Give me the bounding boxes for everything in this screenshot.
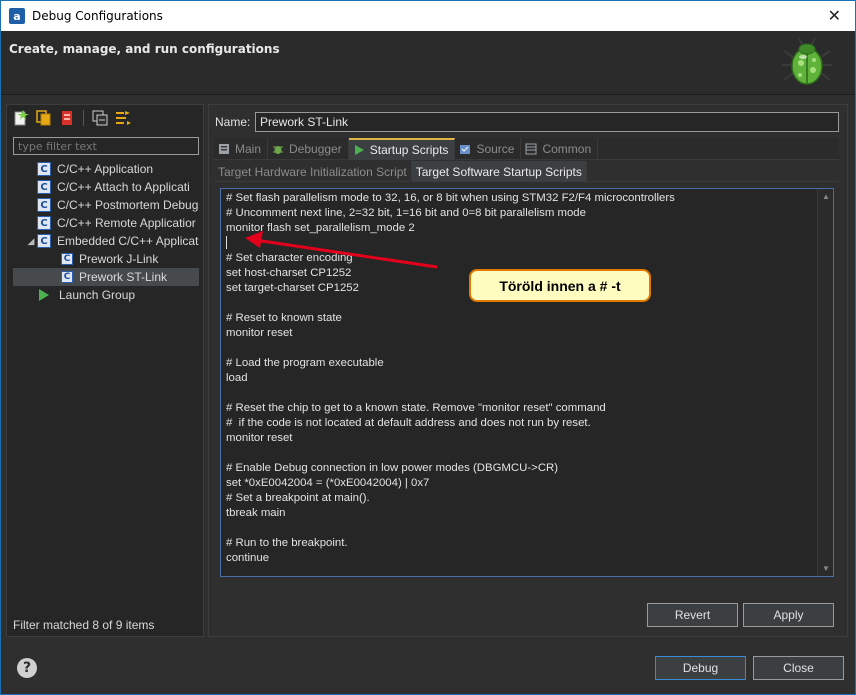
- common-tab-icon: [525, 143, 537, 155]
- c-config-icon: C: [37, 180, 51, 194]
- debug-configurations-window: a Debug Configurations ✕ Create, manage,…: [0, 0, 856, 695]
- c-config-icon: C: [37, 234, 51, 248]
- script-line[interactable]: continue: [226, 551, 811, 566]
- c-file-icon: C: [61, 253, 73, 265]
- tree-item-label: C/C++ Application: [57, 162, 154, 176]
- subtab-hardware-init[interactable]: Target Hardware Initialization Script: [214, 161, 412, 182]
- tree-item-label: Embedded C/C++ Applicat: [57, 234, 199, 248]
- launch-icon: [39, 289, 49, 301]
- apply-button[interactable]: Apply: [743, 603, 834, 627]
- annotation-callout: Töröld innen a # -t: [469, 269, 651, 302]
- script-line[interactable]: load: [226, 371, 811, 386]
- dialog-header: Create, manage, and run configurations: [1, 31, 855, 95]
- tree-item-prework-jlink[interactable]: C Prework J-Link: [13, 250, 199, 268]
- text-caret: [226, 236, 227, 250]
- c-config-icon: C: [37, 198, 51, 212]
- header-title: Create, manage, and run configurations: [9, 42, 280, 56]
- script-scrollbar[interactable]: ▲ ▼: [817, 189, 833, 576]
- main-tab-icon: [219, 144, 229, 154]
- tree-item-label: Launch Group: [59, 288, 136, 302]
- name-field[interactable]: [255, 112, 839, 132]
- c-config-icon: C: [37, 162, 51, 176]
- script-line[interactable]: [226, 386, 811, 401]
- new-config-icon[interactable]: [12, 109, 30, 127]
- annotation-arrow: [245, 231, 438, 269]
- script-line[interactable]: # Reset to known state: [226, 311, 811, 326]
- script-line[interactable]: # Reset the chip to get to a known state…: [226, 401, 811, 416]
- tab-startup-scripts[interactable]: Startup Scripts: [348, 138, 456, 160]
- scroll-up-icon[interactable]: ▲: [822, 192, 830, 201]
- delete-config-icon[interactable]: [58, 109, 76, 127]
- script-line[interactable]: # if the code is not located at default …: [226, 416, 811, 431]
- window-title: Debug Configurations: [32, 9, 163, 23]
- tree-item-cpp-postmortem[interactable]: C C/C++ Postmortem Debug: [13, 196, 199, 214]
- filter-config-icon[interactable]: [114, 109, 132, 127]
- filter-input[interactable]: [13, 137, 199, 155]
- collapse-all-icon[interactable]: [91, 109, 109, 127]
- config-toolbar: [7, 105, 203, 131]
- tab-debugger[interactable]: Debugger: [268, 138, 349, 160]
- tab-source[interactable]: Source: [455, 138, 522, 160]
- script-line[interactable]: monitor reset: [226, 326, 811, 341]
- close-icon[interactable]: ✕: [828, 6, 841, 25]
- tree-item-label: C/C++ Remote Applicatior: [57, 216, 196, 230]
- tab-common[interactable]: Common: [521, 138, 599, 160]
- c-file-icon: C: [61, 271, 73, 283]
- configuration-editor-panel: Name: Main Debugger Startup Scripts Sour…: [208, 104, 848, 637]
- startup-tab-icon: [354, 145, 364, 155]
- script-line[interactable]: [226, 341, 811, 356]
- script-line[interactable]: [226, 521, 811, 536]
- script-line[interactable]: # Set a breakpoint at main().: [226, 491, 811, 506]
- debug-button[interactable]: Debug: [655, 656, 746, 680]
- scroll-down-icon[interactable]: ▼: [822, 564, 830, 573]
- duplicate-config-icon[interactable]: [35, 109, 53, 127]
- script-line[interactable]: # Uncomment next line, 2=32 bit, 1=16 bi…: [226, 206, 811, 221]
- debug-bug-icon: [782, 37, 832, 85]
- tree-item-launch-group[interactable]: Launch Group: [13, 286, 199, 304]
- help-icon[interactable]: ?: [17, 658, 37, 678]
- configuration-tree: C C/C++ Application C C/C++ Attach to Ap…: [13, 160, 199, 304]
- name-label: Name:: [215, 115, 251, 129]
- tree-item-cpp-attach[interactable]: C C/C++ Attach to Applicati: [13, 178, 199, 196]
- script-line[interactable]: [226, 446, 811, 461]
- source-tab-icon: [460, 145, 471, 154]
- expand-toggle-icon[interactable]: ◢: [25, 236, 37, 247]
- tree-item-cpp-application[interactable]: C C/C++ Application: [13, 160, 199, 178]
- subtab-software-startup[interactable]: Target Software Startup Scripts: [411, 161, 587, 182]
- toolbar-separator: [83, 110, 84, 126]
- script-line[interactable]: # Set flash parallelism mode to 32, 16, …: [226, 191, 811, 206]
- config-tabs: Main Debugger Startup Scripts Source Com…: [214, 138, 839, 160]
- script-subtabs: Target Hardware Initialization Script Ta…: [214, 161, 839, 182]
- tree-item-label: Prework J-Link: [79, 252, 159, 266]
- tree-item-cpp-remote[interactable]: C C/C++ Remote Applicatior: [13, 214, 199, 232]
- tree-item-label: C/C++ Postmortem Debug: [57, 198, 199, 212]
- title-bar: a Debug Configurations ✕: [1, 1, 855, 31]
- app-icon: a: [9, 8, 25, 24]
- script-line[interactable]: # Enable Debug connection in low power m…: [226, 461, 811, 476]
- tree-item-prework-stlink[interactable]: C Prework ST-Link: [13, 268, 199, 286]
- script-line[interactable]: # Run to the breakpoint.: [226, 536, 811, 551]
- tree-item-label: Prework ST-Link: [79, 270, 168, 284]
- configuration-tree-panel: C C/C++ Application C C/C++ Attach to Ap…: [6, 104, 204, 637]
- debugger-tab-icon: [273, 146, 284, 154]
- revert-button[interactable]: Revert: [647, 603, 738, 627]
- script-line[interactable]: set *0xE0042004 = (*0xE0042004) | 0x7: [226, 476, 811, 491]
- tab-main[interactable]: Main: [214, 138, 269, 160]
- tree-item-label: C/C++ Attach to Applicati: [57, 180, 190, 194]
- c-config-icon: C: [37, 216, 51, 230]
- tree-item-embedded-cpp[interactable]: ◢ C Embedded C/C++ Applicat: [13, 232, 199, 250]
- close-button[interactable]: Close: [753, 656, 844, 680]
- script-line[interactable]: # Load the program executable: [226, 356, 811, 371]
- script-line[interactable]: monitor reset: [226, 431, 811, 446]
- script-line[interactable]: tbreak main: [226, 506, 811, 521]
- filter-status: Filter matched 8 of 9 items: [13, 618, 155, 632]
